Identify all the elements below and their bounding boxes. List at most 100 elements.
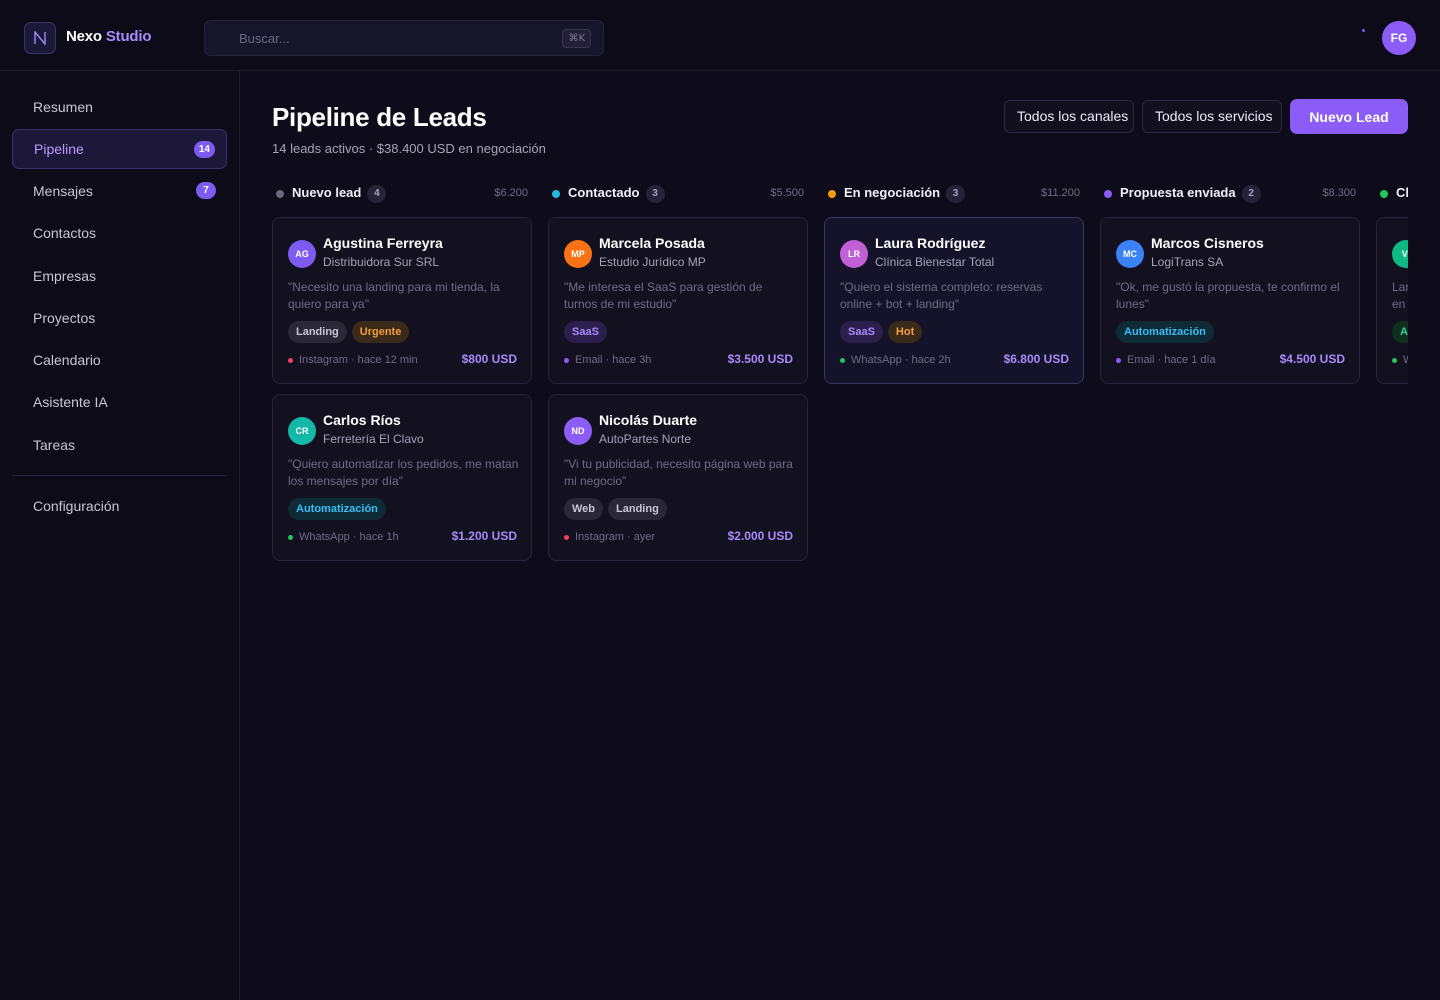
tag: Urgente [351, 321, 410, 343]
search-input[interactable] [239, 21, 539, 55]
lead-amount: $4.500 USD [1279, 352, 1345, 366]
lead-channel: Email · hace 1 día [1116, 354, 1216, 366]
tag: Landing [288, 321, 347, 343]
sidebar-item-resumen[interactable]: Resumen [12, 87, 227, 127]
column-header: Propuesta enviada 2 $8.300 [1100, 184, 1360, 204]
logo-icon[interactable] [24, 22, 56, 54]
lead-amount: $1.200 USD [451, 529, 517, 543]
column-en-negociacion: En negociación 3 $11.200 LR Laura Rodrígu… [824, 176, 1084, 596]
sidebar-item-pipeline[interactable]: Pipeline 14 [12, 129, 227, 169]
channel-filter-select[interactable]: Todos los canales [1004, 100, 1134, 133]
whatsapp-dot-icon [1392, 357, 1397, 363]
stage-dot [1380, 190, 1388, 198]
lead-company: LogiTrans SA [1151, 255, 1224, 269]
lead-channel-text: Email · hace 3h [575, 354, 652, 366]
lead-name: Marcos Cisneros [1151, 235, 1264, 251]
tag: SaaS [564, 321, 607, 343]
lead-card[interactable]: MP Marcela Posada Estudio Jurídico MP "M… [548, 217, 808, 384]
lead-card[interactable]: CR Carlos Ríos Ferretería El Clavo "Quie… [272, 394, 532, 561]
lead-channel-text: Instagram · ayer [575, 531, 656, 543]
lead-amount: $6.800 USD [1003, 352, 1069, 366]
sidebar-item-empresas[interactable]: Empresas [12, 256, 227, 296]
lead-quote: "Me interesa el SaaS para gestión de tur… [564, 280, 763, 311]
lead-avatar: VI [1392, 240, 1408, 268]
search-icon [217, 31, 233, 47]
pipeline-board: Nuevo lead 4 $6.200 AG Agustina Ferreyra … [272, 176, 1408, 596]
sidebar-item-calendario[interactable]: Calendario [12, 340, 227, 380]
lead-amount: $2.000 USD [727, 529, 793, 543]
column-header: Contactado 3 $5.500 [548, 184, 808, 204]
sidebar-item-label: Tareas [33, 437, 76, 453]
column-total: $6.200 [494, 187, 528, 199]
sidebar-item-mensajes[interactable]: Mensajes 7 [12, 171, 227, 211]
tag: Landing [608, 498, 667, 520]
lead-channel-text: W [1403, 354, 1408, 366]
lead-tags: Automatización [288, 498, 386, 520]
service-filter-select[interactable]: Todos los servicios [1142, 100, 1282, 133]
lead-card[interactable]: LR Laura Rodríguez Clínica Bienestar Tot… [824, 217, 1084, 384]
brand-name-part1: Nexo [66, 28, 102, 45]
lead-channel-text: WhatsApp · hace 1h [299, 531, 399, 543]
lead-channel-text: Instagram · hace 12 min [299, 354, 418, 366]
stage-dot [552, 190, 560, 198]
lead-avatar: ND [564, 417, 592, 445]
lead-avatar: CR [288, 417, 316, 445]
sidebar-item-label: Configuración [33, 498, 120, 514]
column-total: $5.500 [770, 187, 804, 199]
column-count-badge: 4 [367, 185, 387, 203]
brand-name-part2: Studio [105, 28, 152, 45]
lead-name: Laura Rodríguez [875, 235, 986, 251]
sidebar-item-configuracion[interactable]: Configuración [12, 486, 227, 526]
lead-card[interactable]: MC Marcos Cisneros LogiTrans SA "Ok, me … [1100, 217, 1360, 384]
lead-card[interactable]: VI Lar en A W [1376, 217, 1408, 384]
lead-card[interactable]: ND Nicolás Duarte AutoPartes Norte "Vi t… [548, 394, 808, 561]
lead-channel-text: Email · hace 1 día [1127, 354, 1216, 366]
column-count-badge: 3 [645, 185, 665, 203]
lead-amount: $800 USD [461, 352, 517, 366]
lead-card[interactable]: AG Agustina Ferreyra Distribuidora Sur S… [272, 217, 532, 384]
column-contactado: Contactado 3 $5.500 MP Marcela Posada Est… [548, 176, 808, 596]
sidebar-item-asistente-ia[interactable]: Asistente IA [12, 382, 227, 422]
lead-company: Distribuidora Sur SRL [323, 255, 440, 269]
sidebar-item-proyectos[interactable]: Proyectos [12, 298, 227, 338]
brand-name: Nexo Studio [66, 28, 152, 45]
column-title: Cl [1396, 185, 1408, 200]
sidebar-item-contactos[interactable]: Contactos [12, 213, 227, 253]
sidebar-item-label: Empresas [33, 268, 97, 284]
new-lead-button[interactable]: Nuevo Lead [1290, 99, 1408, 134]
column-count-badge: 3 [946, 185, 966, 203]
lead-quote: "Necesito una landing para mi tienda, la… [288, 280, 500, 311]
column-header: En negociación 3 $11.200 [824, 184, 1084, 204]
whatsapp-dot-icon [840, 357, 845, 363]
lead-channel: Email · hace 3h [564, 354, 651, 366]
stage-dot [276, 190, 284, 198]
search-bar[interactable]: ⌘K [204, 20, 604, 56]
lead-channel: W [1392, 354, 1408, 366]
whatsapp-dot-icon [288, 534, 293, 540]
column-nuevo-lead: Nuevo lead 4 $6.200 AG Agustina Ferreyra … [272, 176, 532, 596]
tag: Hot [887, 321, 923, 343]
stage-dot [828, 190, 836, 198]
sidebar-item-label: Calendario [33, 352, 101, 368]
lead-amount: $3.500 USD [727, 352, 793, 366]
column-total: $8.300 [1322, 187, 1356, 199]
lead-quote: Lar en [1392, 280, 1408, 311]
tag: Automatización [1116, 321, 1214, 343]
lead-name: Marcela Posada [599, 235, 705, 251]
lead-avatar: MC [1116, 240, 1144, 268]
top-bar: Nexo Studio ⌘K FG [0, 0, 1440, 71]
lead-quote: "Quiero el sistema completo: reservas on… [840, 280, 1043, 311]
tag: Automatización [288, 498, 386, 520]
column-title-text: Nuevo lead [292, 185, 362, 200]
mensajes-count-badge: 7 [196, 182, 216, 199]
lead-avatar: MP [564, 240, 592, 268]
lead-channel: Instagram · hace 12 min [288, 354, 418, 366]
tag: SaaS [840, 321, 883, 343]
column-header: Cl [1376, 184, 1408, 204]
sidebar-item-tareas[interactable]: Tareas [12, 425, 227, 465]
user-avatar[interactable]: FG [1382, 21, 1416, 55]
lead-company: Ferretería El Clavo [323, 432, 424, 446]
lead-tags: SaaS Hot [840, 321, 923, 343]
column-title-text: Contactado [568, 185, 640, 200]
instagram-dot-icon [564, 534, 569, 540]
